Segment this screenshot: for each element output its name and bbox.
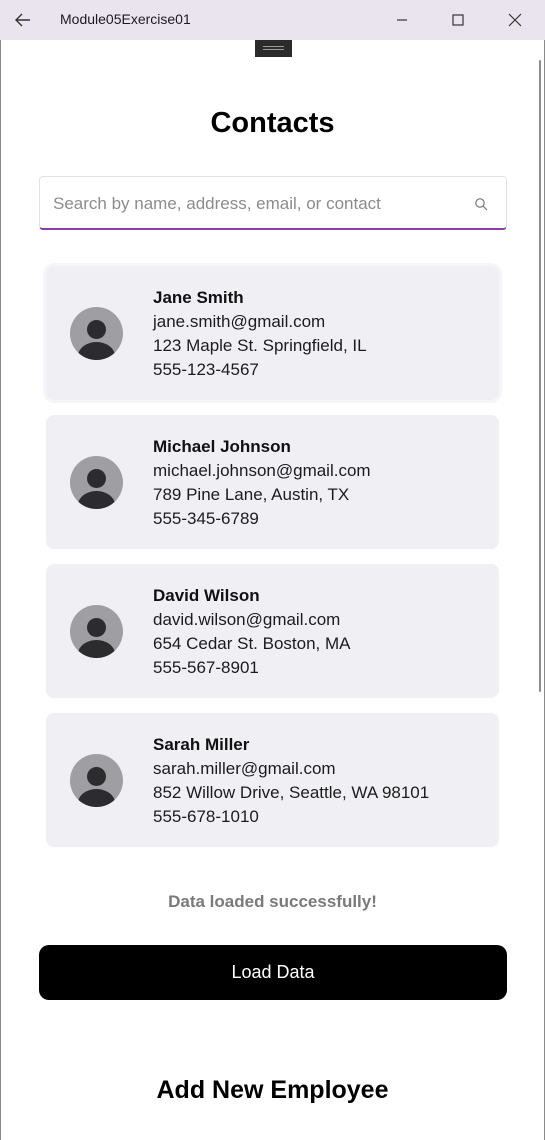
contact-address: 123 Maple St. Springfield, IL: [153, 336, 367, 355]
search-icon[interactable]: [474, 197, 488, 211]
contact-name: Michael Johnson: [153, 437, 291, 456]
avatar-icon: [70, 754, 123, 807]
page-title: Contacts: [210, 107, 335, 139]
contact-phone: 555-123-4567: [153, 360, 259, 379]
back-arrow-icon: [15, 13, 30, 27]
search-input[interactable]: [53, 192, 453, 216]
avatar-icon: [70, 605, 123, 658]
back-button[interactable]: [8, 6, 38, 34]
contact-card[interactable]: Jane Smith jane.smith@gmail.com 123 Mapl…: [46, 266, 499, 400]
contact-address: 852 Willow Drive, Seattle, WA 98101: [153, 783, 430, 802]
contact-phone: 555-678-1010: [153, 807, 259, 826]
minimize-icon: [397, 19, 407, 21]
contact-name: Jane Smith: [153, 288, 244, 307]
minimize-button[interactable]: [374, 0, 430, 40]
search-box[interactable]: [39, 176, 507, 230]
close-button[interactable]: [487, 0, 543, 40]
contact-card[interactable]: David Wilson david.wilson@gmail.com 654 …: [46, 564, 499, 698]
contact-phone: 555-567-8901: [153, 658, 259, 677]
maximize-button[interactable]: [430, 0, 486, 40]
status-message: Data loaded successfully!: [168, 892, 377, 911]
avatar-icon: [70, 307, 123, 360]
contact-card[interactable]: Michael Johnson michael.johnson@gmail.co…: [46, 415, 499, 549]
contact-card[interactable]: Sarah Miller sarah.miller@gmail.com 852 …: [46, 713, 499, 847]
contact-list[interactable]: Jane Smith jane.smith@gmail.com 123 Mapl…: [44, 266, 501, 862]
window-title: Module05Exercise01: [60, 11, 191, 27]
avatar-icon: [70, 456, 123, 509]
contact-address: 789 Pine Lane, Austin, TX: [153, 485, 350, 504]
contact-name: David Wilson: [153, 586, 260, 605]
contact-phone: 555-345-6789: [153, 509, 259, 528]
section-title: Add New Employee: [156, 1076, 389, 1104]
contact-name: Sarah Miller: [153, 735, 250, 754]
maximize-icon: [452, 14, 464, 26]
scrollbar[interactable]: [539, 60, 541, 692]
close-icon: [508, 13, 522, 27]
load-data-button[interactable]: Load Data: [39, 945, 507, 1000]
contact-email: jane.smith@gmail.com: [153, 312, 326, 331]
contact-email: david.wilson@gmail.com: [153, 610, 341, 629]
contact-email: michael.johnson@gmail.com: [153, 461, 371, 480]
contact-email: sarah.miller@gmail.com: [153, 759, 336, 778]
contact-address: 654 Cedar St. Boston, MA: [153, 634, 351, 653]
drag-handle[interactable]: [255, 40, 292, 57]
title-bar: Module05Exercise01: [0, 0, 545, 40]
